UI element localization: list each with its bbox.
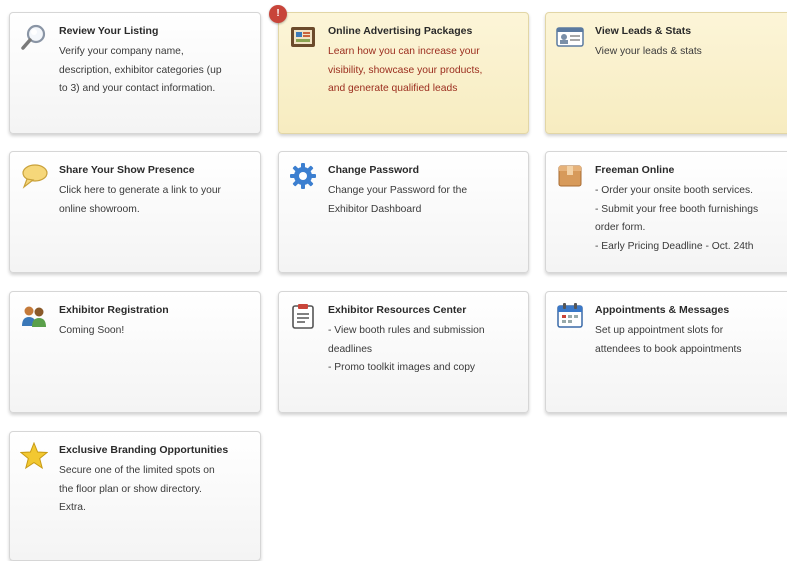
- tile-review-listing[interactable]: Review Your Listing Verify your company …: [9, 12, 261, 134]
- magnifier-icon: [20, 23, 48, 51]
- tile-description: Verify your company name, description, e…: [59, 43, 254, 99]
- description-line: - Order your onsite booth services.: [595, 185, 753, 196]
- tile-branding[interactable]: Exclusive Branding Opportunities Secure …: [9, 431, 261, 561]
- notification-badge: !: [269, 5, 287, 23]
- tile-appointments[interactable]: Appointments & Messages Set up appointme…: [545, 291, 787, 413]
- tile-title: Exhibitor Resources Center: [328, 304, 467, 316]
- description-line: order form.: [595, 222, 646, 233]
- box-icon: [556, 162, 584, 190]
- tile-title: Freeman Online: [595, 164, 675, 176]
- tile-description: View your leads & stats: [595, 43, 787, 62]
- description-line: deadlines: [328, 343, 373, 355]
- tile-title: Exhibitor Registration: [59, 304, 169, 316]
- tile-title: Appointments & Messages: [595, 304, 730, 316]
- description-line: - Promo toolkit images and copy: [328, 362, 476, 373]
- tile-description: - Order your onsite booth services. - Su…: [595, 182, 787, 256]
- people-icon: [20, 302, 48, 330]
- tile-title: Share Your Show Presence: [59, 164, 195, 176]
- tile-description: Click here to generate a link to your on…: [59, 182, 254, 219]
- tile-description: Change your Password for the Exhibitor D…: [328, 182, 522, 219]
- tile-description: Secure one of the limited spots on the f…: [59, 462, 254, 518]
- description-line: attendees to book appointments: [595, 343, 742, 355]
- description-line: Secure one of the limited spots on: [59, 465, 215, 476]
- tile-description: Coming Soon!: [59, 322, 254, 341]
- tile-online-advertising[interactable]: Online Advertising Packages Learn how yo…: [278, 12, 529, 134]
- description-line: description, exhibitor categories (up: [59, 64, 222, 76]
- tile-exhibitor-registration[interactable]: Exhibitor Registration Coming Soon!: [9, 291, 261, 413]
- description-line: and generate qualified leads: [328, 83, 458, 94]
- description-line: Set up appointment slots for: [595, 325, 724, 336]
- description-line: the floor plan or show directory.: [59, 483, 202, 495]
- tile-description: - View booth rules and submission deadli…: [328, 322, 522, 378]
- description-line: Click here to generate a link to your: [59, 185, 221, 196]
- tile-title: View Leads & Stats: [595, 25, 692, 37]
- speech-bubble-icon: [20, 162, 48, 190]
- gear-icon: [289, 162, 317, 190]
- description-line: - View booth rules and submission: [328, 325, 485, 336]
- description-line: Extra.: [59, 502, 86, 513]
- description-line: Learn how you can increase your: [328, 46, 480, 57]
- clipboard-icon: [289, 302, 317, 330]
- calendar-icon: [556, 302, 584, 330]
- description-line: Exhibitor Dashboard: [328, 203, 422, 215]
- description-line: - Submit your free booth furnishings: [595, 203, 759, 215]
- star-icon: [19, 441, 49, 470]
- tile-change-password[interactable]: Change Password Change your Password for…: [278, 151, 529, 273]
- description-line: online showroom.: [59, 203, 140, 215]
- tile-freeman-online[interactable]: Freeman Online - Order your onsite booth…: [545, 151, 787, 273]
- description-line: to 3) and your contact information.: [59, 83, 216, 94]
- tile-title: Exclusive Branding Opportunities: [59, 444, 229, 456]
- tile-leads-stats[interactable]: View Leads & Stats View your leads & sta…: [545, 12, 787, 134]
- tile-description: Learn how you can increase your visibili…: [328, 43, 522, 99]
- tile-title: Review Your Listing: [59, 25, 159, 37]
- description-line: Verify your company name,: [59, 46, 184, 57]
- tile-resources-center[interactable]: Exhibitor Resources Center - View booth …: [278, 291, 529, 413]
- description-line: Coming Soon!: [59, 325, 125, 336]
- description-line: Change your Password for the: [328, 185, 468, 196]
- description-line: - Early Pricing Deadline - Oct. 24th: [595, 240, 754, 252]
- description-line: visibility, showcase your products,: [328, 64, 483, 76]
- tile-description: Set up appointment slots for attendees t…: [595, 322, 787, 359]
- id-card-icon: [556, 23, 584, 51]
- tile-share-presence[interactable]: Share Your Show Presence Click here to g…: [9, 151, 261, 273]
- advertising-board-icon: [289, 23, 317, 51]
- description-line: View your leads & stats: [595, 46, 702, 57]
- tile-title: Online Advertising Packages: [328, 25, 473, 37]
- tile-title: Change Password: [328, 164, 420, 176]
